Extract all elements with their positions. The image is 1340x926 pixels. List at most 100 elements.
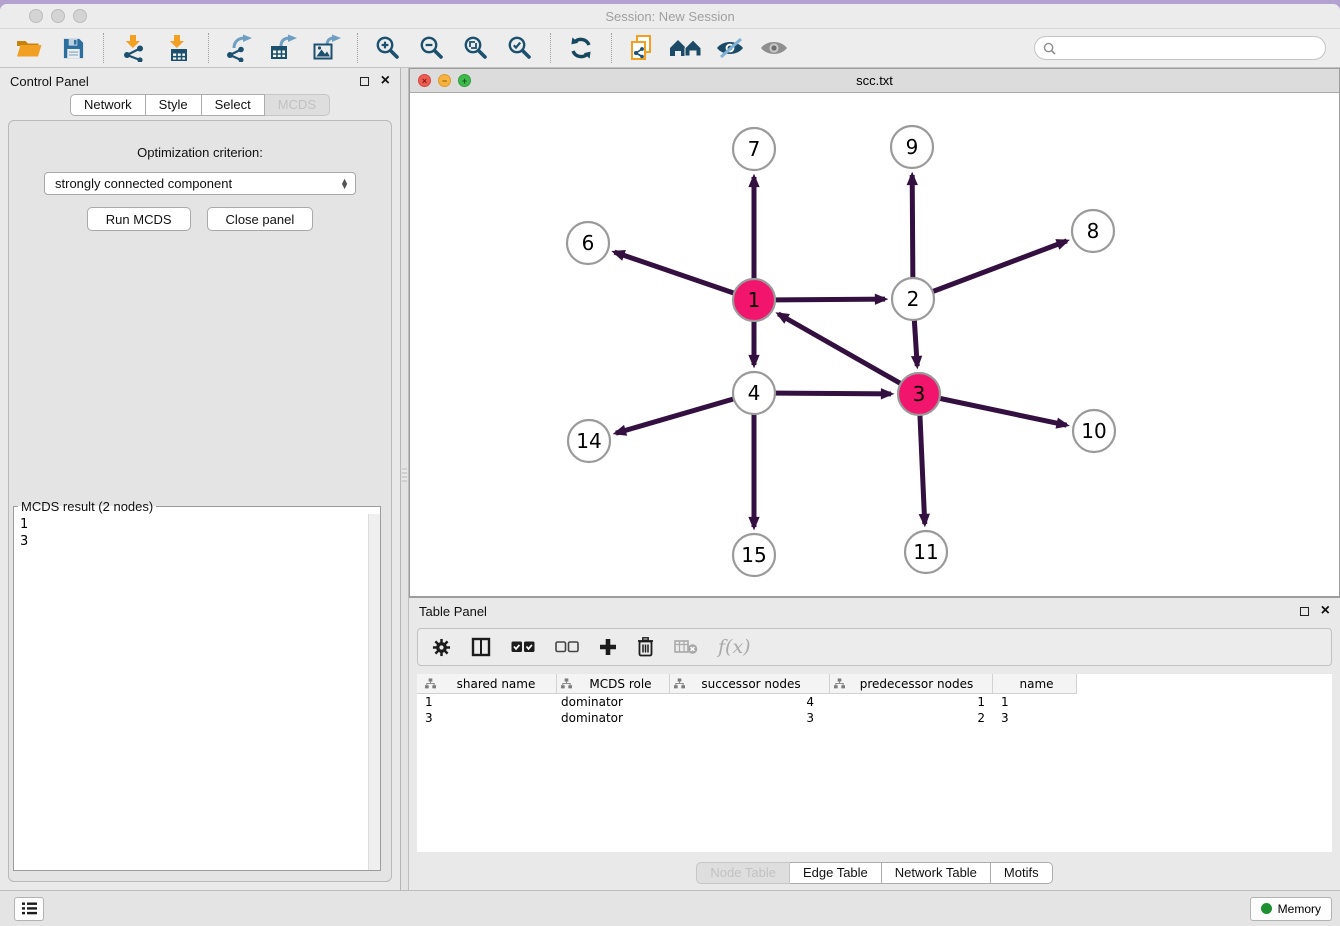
cell-successor-nodes[interactable]: 4 bbox=[670, 695, 830, 709]
network-minimize-button[interactable]: − bbox=[438, 74, 451, 87]
show-selected-button[interactable] bbox=[755, 32, 793, 64]
close-panel-button[interactable]: Close panel bbox=[207, 207, 314, 231]
node-table[interactable]: shared name MCDS role successor nodes bbox=[417, 674, 1332, 852]
memory-button[interactable]: Memory bbox=[1250, 897, 1332, 921]
cell-name[interactable]: 1 bbox=[993, 695, 1077, 709]
control-panel: Control Panel × Network Style Select MCD… bbox=[0, 68, 401, 890]
save-session-button[interactable] bbox=[54, 32, 92, 64]
table-row[interactable]: 3 dominator 3 2 3 bbox=[417, 710, 1332, 726]
tab-edge-table[interactable]: Edge Table bbox=[790, 862, 882, 884]
graph-node-label: 9 bbox=[906, 135, 919, 159]
columns-icon bbox=[471, 637, 491, 657]
run-mcds-button[interactable]: Run MCDS bbox=[87, 207, 191, 231]
application-window: Session: New Session bbox=[0, 4, 1340, 926]
splitter-grip-icon[interactable] bbox=[402, 468, 407, 482]
export-network-icon bbox=[224, 34, 254, 62]
column-header-shared-name[interactable]: shared name bbox=[417, 674, 557, 694]
cell-mcds-role[interactable]: dominator bbox=[557, 695, 670, 709]
table-row[interactable]: 1 dominator 4 1 1 bbox=[417, 694, 1332, 710]
save-icon bbox=[62, 37, 85, 60]
task-history-button[interactable] bbox=[14, 897, 44, 921]
mcds-result-area[interactable]: 1 3 bbox=[14, 514, 380, 870]
show-column-button[interactable] bbox=[471, 637, 491, 657]
zoom-fit-button[interactable] bbox=[457, 32, 495, 64]
hierarchy-icon bbox=[425, 678, 436, 689]
criterion-select[interactable]: strongly connected component ▲▼ bbox=[44, 172, 356, 195]
result-scrollbar[interactable] bbox=[368, 514, 380, 870]
panel-splitter[interactable] bbox=[401, 68, 409, 890]
graph-node-label: 2 bbox=[907, 287, 920, 311]
mcds-tab-content: Optimization criterion: strongly connect… bbox=[8, 120, 392, 882]
show-all-networks-button[interactable] bbox=[667, 32, 705, 64]
main-toolbar bbox=[0, 29, 1340, 68]
network-graph[interactable]: 7968124314101511 bbox=[410, 93, 1339, 597]
toolbar-separator bbox=[357, 33, 358, 63]
search-box[interactable] bbox=[1034, 36, 1326, 60]
cell-predecessor-nodes[interactable]: 1 bbox=[830, 695, 993, 709]
right-column: × − + scc.txt 7968124314101511 Table Pan… bbox=[409, 68, 1340, 890]
tab-style[interactable]: Style bbox=[146, 94, 202, 116]
tab-network[interactable]: Network bbox=[70, 94, 146, 116]
cell-predecessor-nodes[interactable]: 2 bbox=[830, 711, 993, 725]
close-table-panel-icon[interactable]: × bbox=[1321, 606, 1330, 616]
function-builder-button-disabled: f(x) bbox=[718, 636, 751, 658]
apply-layout-button[interactable] bbox=[562, 32, 600, 64]
cell-shared-name[interactable]: 1 bbox=[417, 695, 557, 709]
cell-successor-nodes[interactable]: 3 bbox=[670, 711, 830, 725]
zoom-selected-button[interactable] bbox=[501, 32, 539, 64]
network-maximize-button[interactable]: + bbox=[458, 74, 471, 87]
close-panel-icon[interactable]: × bbox=[381, 76, 390, 86]
create-column-button[interactable] bbox=[599, 638, 617, 656]
tab-select[interactable]: Select bbox=[202, 94, 265, 116]
export-image-icon bbox=[312, 34, 342, 62]
tab-node-table[interactable]: Node Table bbox=[696, 862, 790, 884]
column-header-predecessor-nodes[interactable]: predecessor nodes bbox=[830, 674, 993, 694]
cell-mcds-role[interactable]: dominator bbox=[557, 711, 670, 725]
zoom-in-button[interactable] bbox=[369, 32, 407, 64]
cell-name[interactable]: 3 bbox=[993, 711, 1077, 725]
graph-node-label: 1 bbox=[748, 288, 761, 312]
open-file-button[interactable] bbox=[10, 32, 48, 64]
search-input[interactable] bbox=[1061, 40, 1317, 56]
export-image-button[interactable] bbox=[308, 32, 346, 64]
clone-network-button[interactable] bbox=[623, 32, 661, 64]
cell-shared-name[interactable]: 3 bbox=[417, 711, 557, 725]
control-panel-header: Control Panel × bbox=[0, 68, 400, 94]
import-table-button[interactable] bbox=[159, 32, 197, 64]
column-header-successor-nodes[interactable]: successor nodes bbox=[670, 674, 830, 694]
hide-selected-button[interactable] bbox=[711, 32, 749, 64]
window-controls bbox=[29, 9, 87, 23]
float-panel-icon[interactable] bbox=[360, 77, 369, 86]
table-settings-button[interactable] bbox=[432, 638, 451, 657]
network-canvas[interactable]: 7968124314101511 bbox=[410, 93, 1339, 596]
tab-network-table[interactable]: Network Table bbox=[882, 862, 991, 884]
import-network-button[interactable] bbox=[115, 32, 153, 64]
optimization-criterion-label: Optimization criterion: bbox=[9, 145, 391, 160]
select-all-columns-button[interactable] bbox=[511, 641, 535, 654]
network-close-button[interactable]: × bbox=[418, 74, 431, 87]
plus-icon bbox=[599, 638, 617, 656]
homes-icon bbox=[669, 36, 703, 60]
column-header-name[interactable]: name bbox=[993, 674, 1077, 694]
tab-mcds[interactable]: MCDS bbox=[265, 94, 330, 116]
close-window-button[interactable] bbox=[29, 9, 43, 23]
tab-motifs[interactable]: Motifs bbox=[991, 862, 1053, 884]
unselect-all-columns-button[interactable] bbox=[555, 641, 579, 654]
export-network-button[interactable] bbox=[220, 32, 258, 64]
delete-table-button-disabled bbox=[674, 639, 698, 655]
toolbar-separator bbox=[550, 33, 551, 63]
mcds-result-title: MCDS result (2 nodes) bbox=[18, 499, 156, 514]
zoom-window-button[interactable] bbox=[73, 9, 87, 23]
delete-column-button[interactable] bbox=[637, 637, 654, 657]
float-table-panel-icon[interactable] bbox=[1300, 607, 1309, 616]
unchecked-boxes-icon bbox=[555, 641, 579, 654]
table-toolbar: f(x) bbox=[417, 628, 1332, 666]
column-header-mcds-role[interactable]: MCDS role bbox=[557, 674, 670, 694]
network-window-titlebar: × − + scc.txt bbox=[410, 69, 1339, 93]
zoom-out-button[interactable] bbox=[413, 32, 451, 64]
mcds-result-box: MCDS result (2 nodes) 1 3 bbox=[13, 499, 381, 871]
minimize-window-button[interactable] bbox=[51, 9, 65, 23]
toolbar-separator bbox=[103, 33, 104, 63]
export-table-button[interactable] bbox=[264, 32, 302, 64]
status-bar: Memory bbox=[0, 890, 1340, 926]
